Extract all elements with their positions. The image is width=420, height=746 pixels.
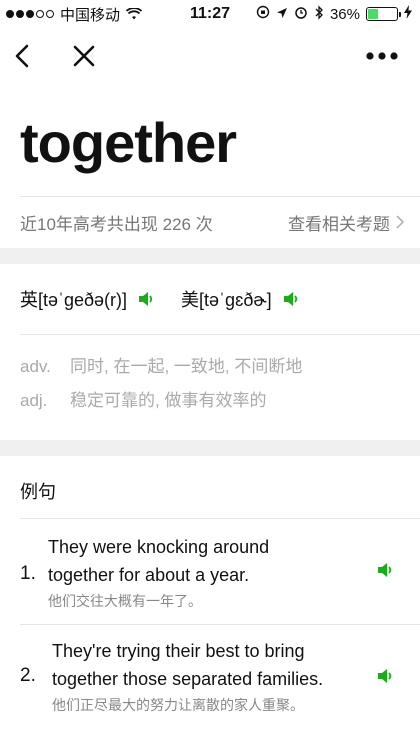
example-speaker-button[interactable] [376,667,394,690]
wifi-icon [126,8,143,20]
example-translation: 他们正尽最大的努力让离散的家人重聚。 [52,697,304,713]
battery-percent: 36% [329,5,360,23]
example-number: 1. [20,563,36,584]
us-phonetic: 美[təˈɡɛðɚ] [181,290,272,310]
definition-row: adv. 同时, 在一起, 一致地, 不间断地 [20,350,302,384]
definitions: adv. 同时, 在一起, 一致地, 不间断地 adj. 稳定可靠的, 做事有效… [20,350,302,418]
speaker-icon [139,292,153,306]
example-translation: 他们交往大概有一年了。 [48,593,202,609]
carrier-name: 中国移动 [60,6,121,24]
example-number: 2. [20,665,36,686]
more-button[interactable] [356,28,408,84]
related-questions-label: 查看相关考题 [288,214,390,234]
location-icon [276,6,288,23]
examples-title: 例句 [20,482,56,502]
part-of-speech: adv. [20,357,51,376]
example-item: 2. They're trying their best to bring to… [0,625,420,735]
us-pronunciation: 美[təˈɡɛðɚ] [181,286,300,312]
section-gap [0,248,420,264]
close-button[interactable] [62,28,106,84]
example-sentence-line: together for about a year. [48,565,250,585]
stats-row: 近10年高考共出现 226 次 查看相关考题 [0,196,420,248]
example-sentence-line: They were knocking around [48,537,270,557]
alarm-icon [294,5,308,23]
orientation-lock-icon [256,5,270,23]
word-title: together [20,111,237,174]
definition-row: adj. 稳定可靠的, 做事有效率的 [20,384,302,418]
definition-text: 同时, 在一起, 一致地, 不间断地 [70,357,303,376]
speaker-icon [378,669,392,683]
more-dots-icon [366,52,398,60]
example-item: 1. They were knocking around together fo… [0,519,420,623]
divider [20,334,420,335]
battery-icon [366,7,401,21]
back-button[interactable] [0,28,44,84]
uk-phonetic: 英[təˈɡeðə(r)] [20,290,128,310]
speaker-icon [378,563,392,577]
section-gap [0,440,420,456]
uk-pronunciation: 英[təˈɡeðə(r)] [20,286,155,312]
related-questions-link[interactable]: 查看相关考题 [288,210,404,235]
charging-icon [404,5,412,23]
us-speaker-button[interactable] [282,290,300,308]
example-speaker-button[interactable] [376,561,394,584]
definition-text: 稳定可靠的, 做事有效率的 [70,391,267,410]
signal-strength-icon [6,10,56,18]
chevron-left-icon [15,44,29,68]
chevron-right-icon [396,215,404,229]
bluetooth-icon [314,4,324,24]
close-icon [73,45,95,67]
part-of-speech: adj. [20,391,48,410]
speaker-icon [283,292,297,306]
status-bar: 中国移动 11:27 36% [0,0,420,28]
uk-speaker-button[interactable] [137,290,155,308]
exam-appearance-count: 近10年高考共出现 226 次 [20,214,213,234]
nav-bar [0,28,420,84]
example-sentence-line: They're trying their best to bring [52,641,305,661]
example-sentence-line: together those separated families. [52,669,324,689]
pronunciation-row: 英[təˈɡeðə(r)] 美[təˈɡɛðɚ] [20,264,300,334]
